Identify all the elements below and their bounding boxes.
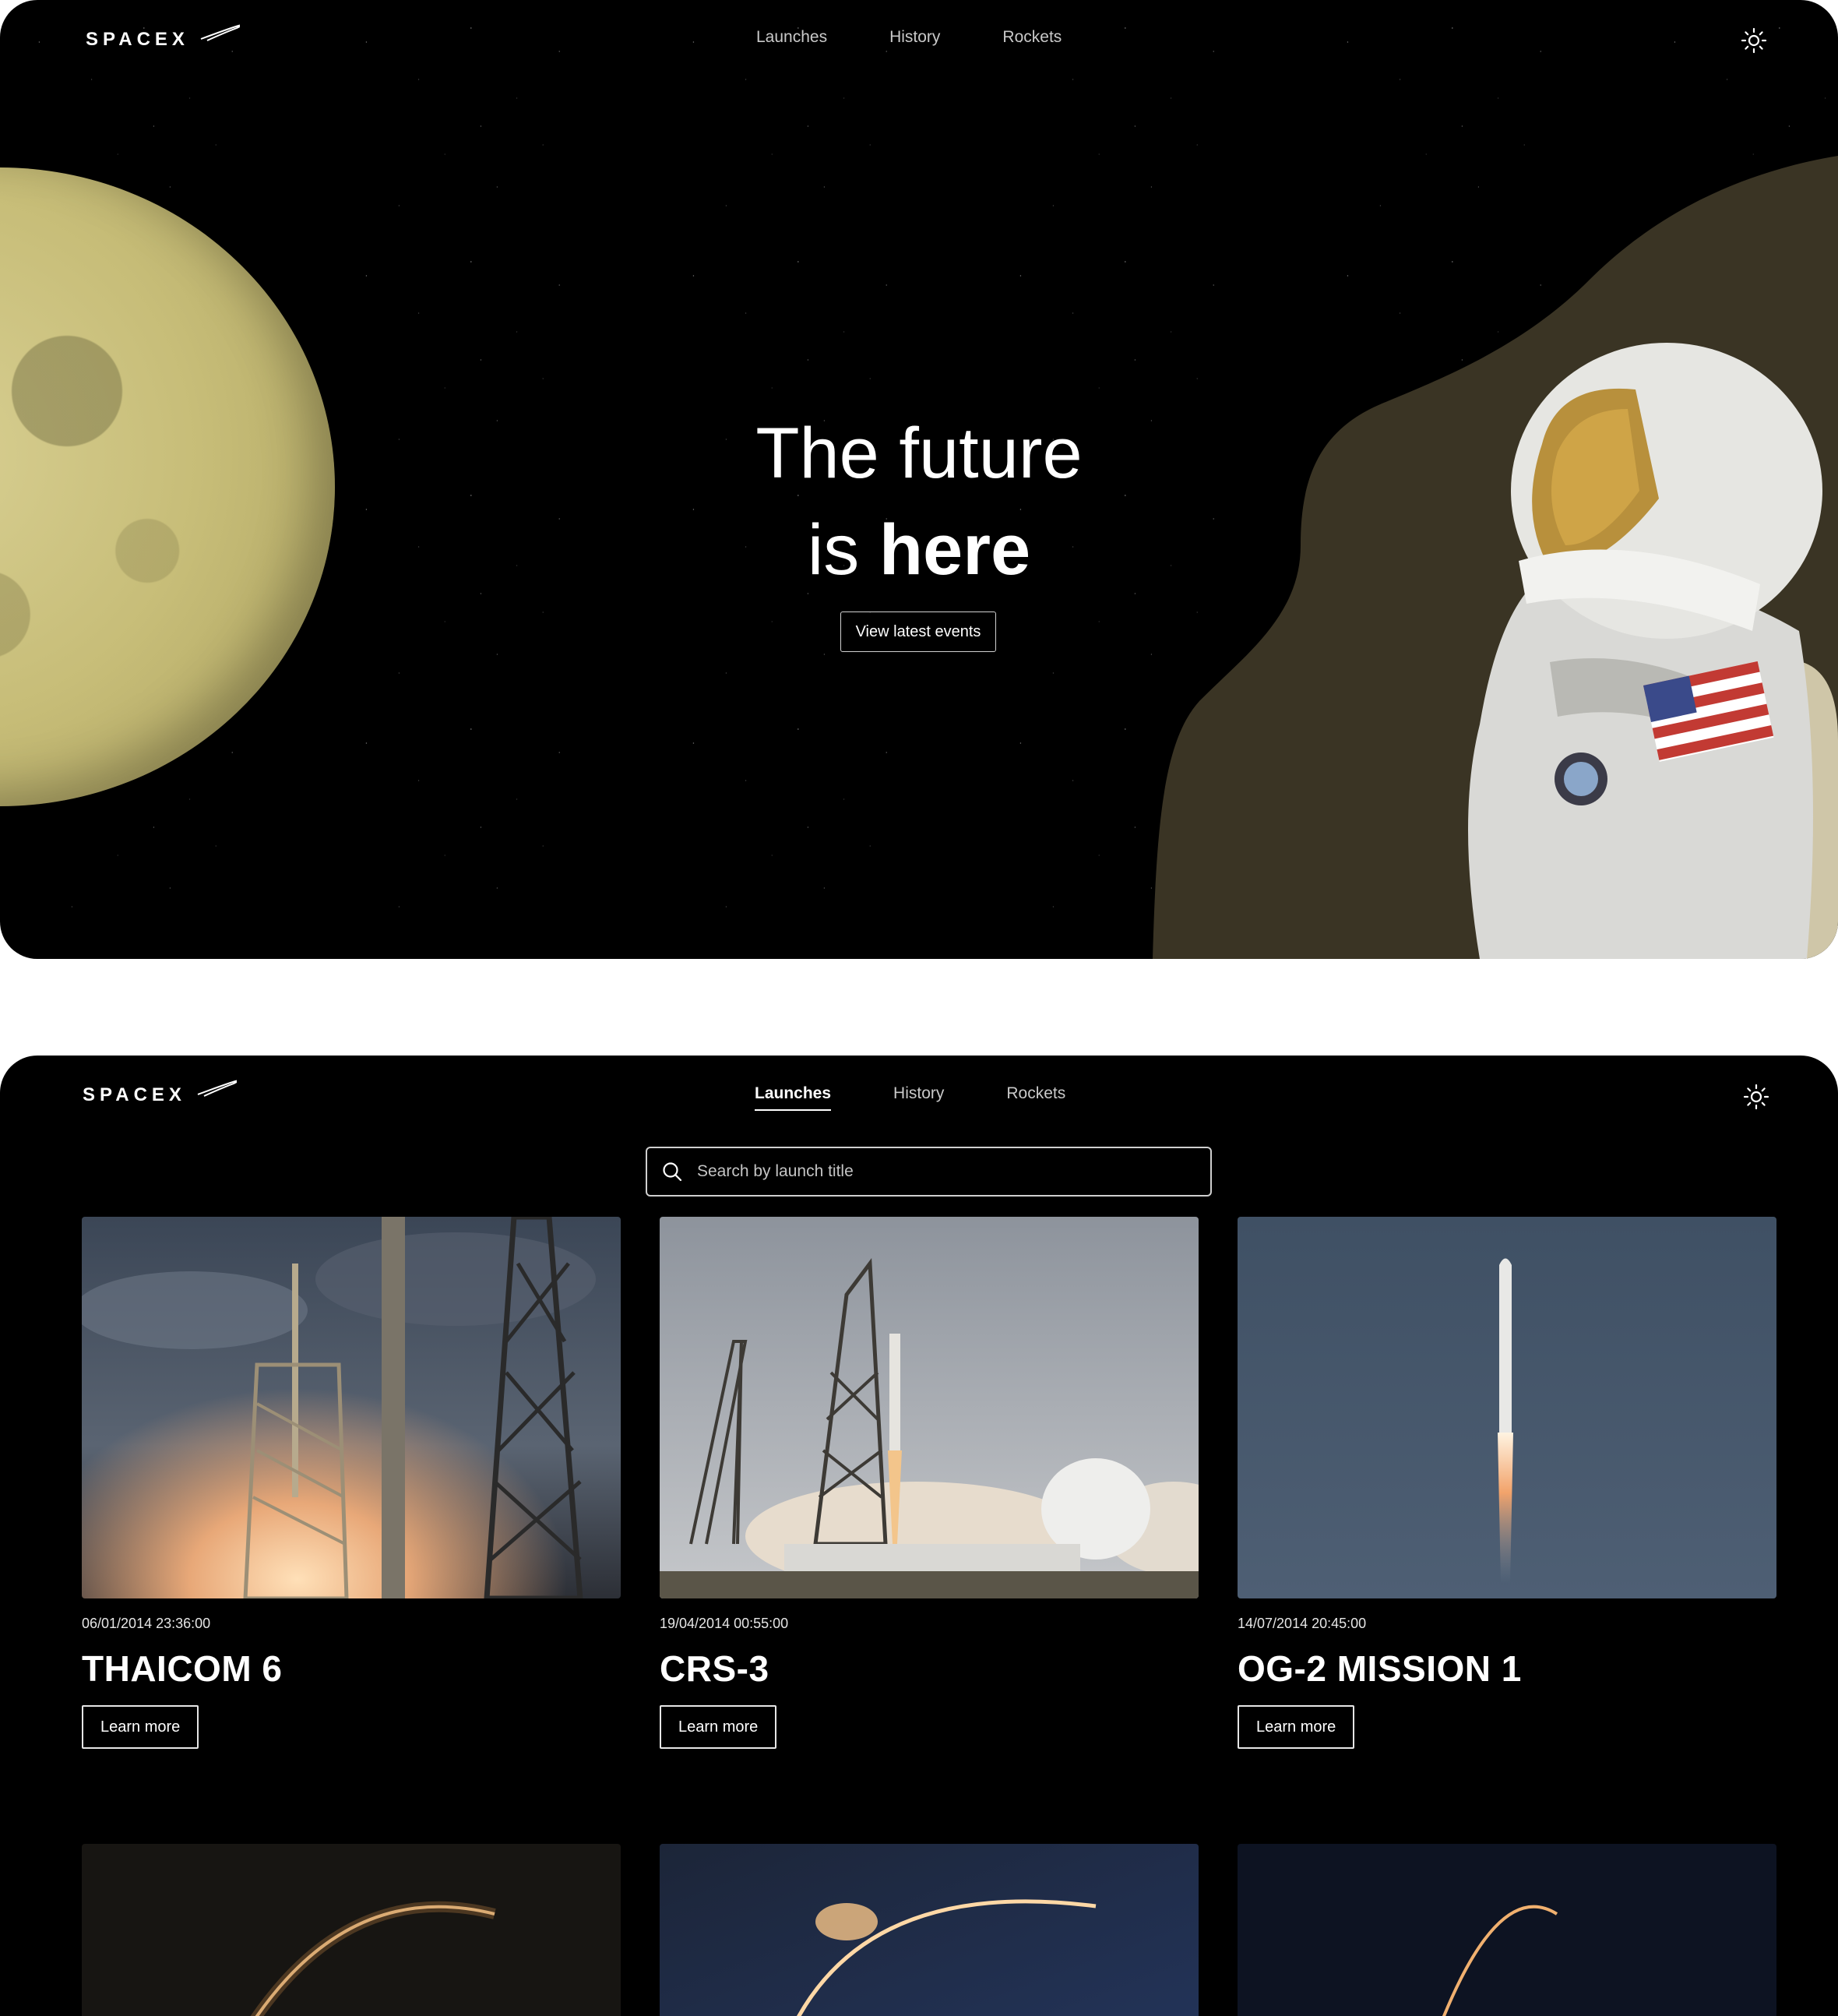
launch-card: 06/01/2014 23:36:00 THAICOM 6 Learn more xyxy=(82,1217,621,1749)
launch-date: 06/01/2014 23:36:00 xyxy=(82,1616,211,1631)
hero-title-line-1: The future xyxy=(755,414,1083,493)
nav-item-rockets[interactable]: Rockets xyxy=(1006,1084,1065,1103)
nav-item-history[interactable]: History xyxy=(893,1084,944,1103)
launch-image[interactable] xyxy=(1238,1217,1776,1598)
hero-panel: SPACEX Launches History Rockets The futu… xyxy=(0,0,1838,959)
spacex-logo[interactable]: SPACEX xyxy=(81,1079,237,1107)
launch-card xyxy=(1238,1844,1776,2016)
hero-title-line-2: is here xyxy=(0,514,1838,586)
launch-date: 19/04/2014 00:55:00 xyxy=(660,1616,789,1631)
nav-item-history[interactable]: History xyxy=(889,28,940,47)
launch-title: OG-2 MISSION 1 xyxy=(1238,1648,1522,1689)
svg-text:SPACEX: SPACEX xyxy=(83,1084,186,1105)
launch-image[interactable] xyxy=(82,1844,621,2016)
search-bar[interactable] xyxy=(646,1147,1212,1197)
spacex-logo[interactable]: SPACEX xyxy=(84,23,240,51)
launch-card: 14/07/2014 20:45:00 OG-2 MISSION 1 Learn… xyxy=(1238,1217,1776,1749)
launches-panel: SPACEX Launches History Rockets Search b… xyxy=(0,1056,1838,2016)
sun-icon[interactable] xyxy=(1741,27,1767,54)
nav-item-rockets[interactable]: Rockets xyxy=(1002,28,1062,47)
hero-title-prefix: is xyxy=(807,510,879,590)
launch-image[interactable] xyxy=(1238,1844,1776,2016)
launch-title: THAICOM 6 xyxy=(82,1648,283,1689)
search-input[interactable] xyxy=(695,1161,1210,1182)
nav-item-launches[interactable]: Launches xyxy=(755,1084,832,1111)
hero-title-emphasis: here xyxy=(879,510,1031,590)
sun-icon[interactable] xyxy=(1743,1084,1769,1110)
launch-title: CRS-3 xyxy=(660,1648,769,1689)
nav-item-launches[interactable]: Launches xyxy=(756,28,827,47)
launch-card xyxy=(82,1844,621,2016)
view-latest-events-button[interactable]: View latest events xyxy=(840,611,996,652)
search-icon xyxy=(663,1162,682,1182)
launch-card xyxy=(660,1844,1199,2016)
learn-more-button[interactable]: Learn more xyxy=(660,1705,777,1749)
main-nav: Launches History Rockets xyxy=(756,28,1062,47)
launch-image[interactable] xyxy=(660,1844,1199,2016)
launch-date: 14/07/2014 20:45:00 xyxy=(1238,1616,1367,1631)
learn-more-button[interactable]: Learn more xyxy=(82,1705,199,1749)
learn-more-button[interactable]: Learn more xyxy=(1238,1705,1355,1749)
launch-card: 19/04/2014 00:55:00 CRS-3 Learn more xyxy=(660,1217,1199,1749)
launch-image[interactable] xyxy=(660,1217,1199,1598)
main-nav: Launches History Rockets xyxy=(755,1084,1065,1111)
svg-text:SPACEX: SPACEX xyxy=(86,29,189,50)
launch-image[interactable] xyxy=(82,1217,621,1598)
